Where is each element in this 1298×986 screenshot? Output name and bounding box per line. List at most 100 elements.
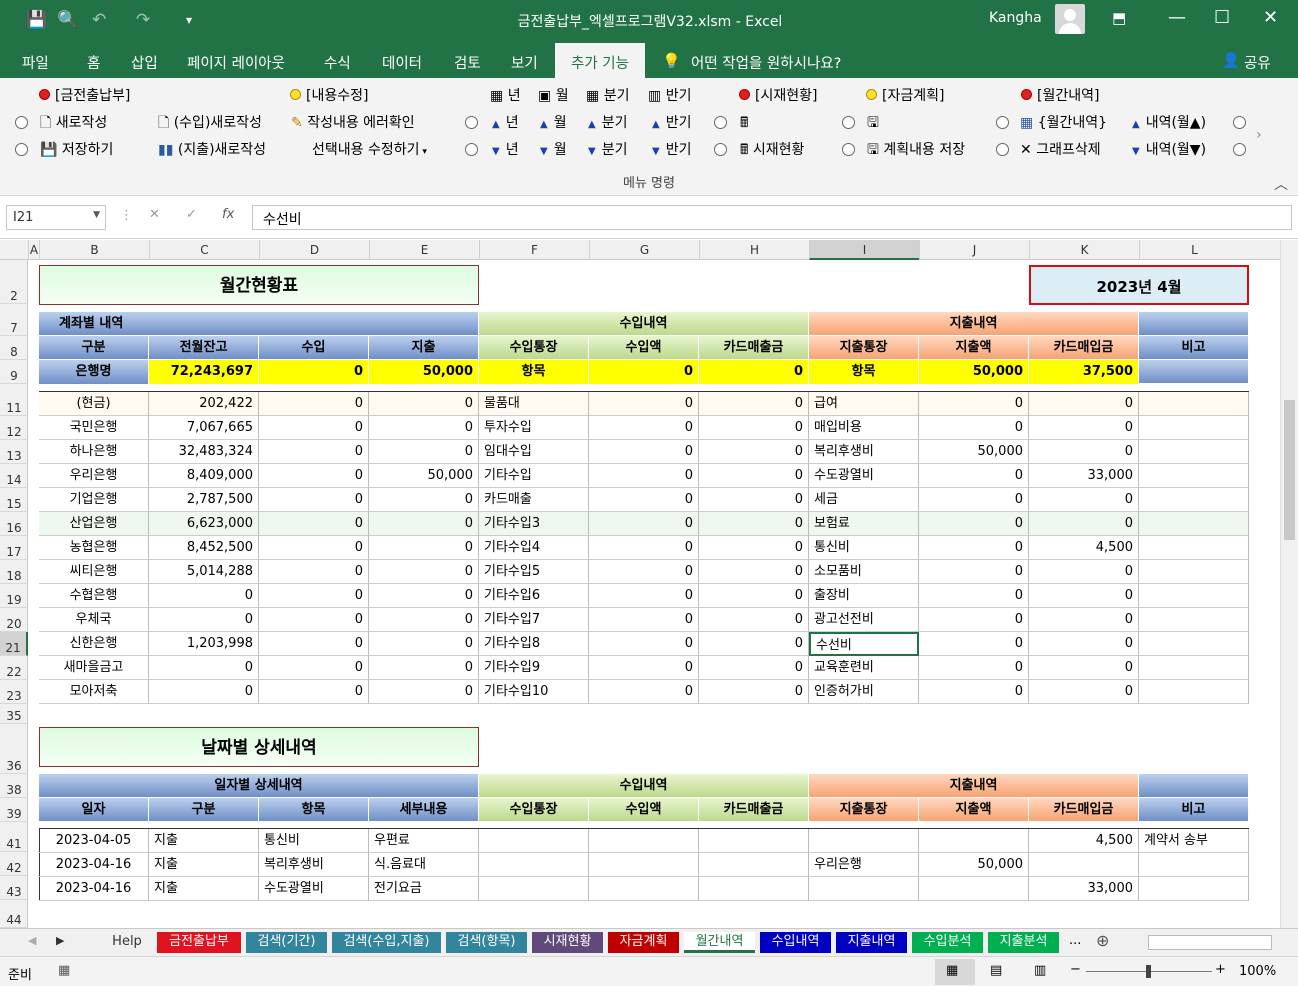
detail-cell[interactable] [809,829,919,853]
tab-page-layout[interactable]: 페이지 레이아웃 [187,52,285,73]
table-cell[interactable]: 기타수입6 [479,584,589,608]
table-cell[interactable]: 0 [1029,680,1139,704]
table-cell[interactable]: 0 [1029,416,1139,440]
table-cell[interactable]: 0 [259,656,369,680]
table-cell[interactable]: 0 [259,464,369,488]
table-cell[interactable]: 통신비 [809,536,919,560]
row-header[interactable]: 21 [0,632,28,656]
row-header[interactable]: 13 [0,440,28,464]
row-header[interactable]: 44 [0,900,28,928]
table-cell[interactable]: 0 [369,560,479,584]
table-cell[interactable]: 0 [369,608,479,632]
table-cell[interactable] [1139,584,1249,608]
share-button[interactable]: 공유 [1244,52,1271,73]
radio-plan-2[interactable] [842,143,855,156]
table-cell[interactable]: 0 [589,536,699,560]
table-cell[interactable]: 0 [259,632,369,656]
radio-monthly-2[interactable] [996,143,1009,156]
column-header[interactable]: L [1139,240,1249,260]
view-month-button[interactable]: ▣ 월 [538,87,569,105]
row-header[interactable]: 7 [0,312,28,336]
insert-function-icon[interactable]: fx [222,207,234,222]
table-cell[interactable]: 0 [369,632,479,656]
column-title[interactable]: 지출 [369,336,479,360]
radio-cash-2[interactable] [714,143,727,156]
month-up-button[interactable]: 월 [540,114,567,134]
table-cell[interactable]: 0 [919,584,1029,608]
row-header[interactable]: 39 [0,798,28,822]
delete-graph-button[interactable]: ✕ 그래프삭제 [1020,141,1101,159]
calculator-icon[interactable]: 🖩 [740,114,748,132]
detail-cell[interactable]: 33,000 [1029,877,1139,901]
table-cell[interactable]: 신한은행 [39,632,149,656]
tab-review[interactable]: 검토 [454,52,481,73]
detail-cell[interactable] [479,829,589,853]
detail-cell[interactable] [919,877,1029,901]
table-cell[interactable]: 급여 [809,392,919,416]
prev-sheet-icon[interactable]: ◀ [28,934,36,947]
detail-cell[interactable] [589,877,699,901]
chevron-down-icon[interactable]: ▼ [93,210,100,220]
more-sheets-icon[interactable]: ... [1069,933,1081,948]
floppy-icon[interactable]: 🖫 [867,114,879,132]
column-title[interactable]: 구분 [39,336,149,360]
radio-plan-1[interactable] [842,116,855,129]
table-cell[interactable]: 0 [149,584,259,608]
detail-cell[interactable]: 50,000 [919,853,1029,877]
formula-input[interactable]: 수선비 [252,205,1292,230]
table-cell[interactable]: 인증허가비 [809,680,919,704]
table-cell[interactable]: 33,000 [1029,464,1139,488]
table-cell[interactable]: 50,000 [369,464,479,488]
table-cell[interactable]: 0 [699,608,809,632]
detail-cell[interactable]: 지출 [149,877,259,901]
table-cell[interactable] [1139,560,1249,584]
header-detail[interactable]: 일자별 상세내역 [39,774,479,798]
column-title[interactable]: 카드매출금 [699,798,809,822]
radio-save[interactable] [15,143,28,156]
table-cell[interactable]: 하나은행 [39,440,149,464]
next-sheet-icon[interactable]: ▶ [56,934,64,947]
table-cell[interactable]: 0 [699,584,809,608]
table-cell[interactable] [1139,488,1249,512]
table-cell[interactable]: 수도광열비 [809,464,919,488]
sheet-tab[interactable]: 월간내역 [684,932,755,953]
half-up-button[interactable]: 반기 [652,114,692,134]
column-title[interactable]: 전월잔고 [149,336,259,360]
table-cell[interactable]: 0 [259,440,369,464]
detail-cell[interactable]: 전기요금 [369,877,479,901]
table-cell[interactable]: 0 [589,560,699,584]
row-header[interactable]: 35 [0,704,28,724]
detail-cell[interactable]: 복리후생비 [259,853,369,877]
detail-cell[interactable]: 수도광열비 [259,877,369,901]
column-title[interactable]: 수입액 [589,336,699,360]
column-title[interactable]: 지출액 [919,336,1029,360]
table-cell[interactable]: 0 [369,584,479,608]
redo-icon[interactable]: ↷ [136,9,150,31]
table-cell[interactable]: 기타수입5 [479,560,589,584]
quarter-down-button[interactable]: 분기 [588,141,628,161]
total-cell[interactable]: 50,000 [369,360,479,384]
sheet-tab[interactable]: 자금계획 [608,932,679,953]
row-header[interactable]: 38 [0,774,28,798]
table-cell[interactable]: 기업은행 [39,488,149,512]
radio-cash-1[interactable] [714,116,727,129]
save-plan-button[interactable]: 🖫 계획내용 저장 [867,141,965,159]
total-cell[interactable]: 0 [699,360,809,384]
detail-cell[interactable]: 2023-04-05 [39,829,149,853]
column-title[interactable]: 세부내용 [369,798,479,822]
column-header[interactable]: D [259,240,369,260]
add-sheet-icon[interactable]: ⊕ [1096,931,1109,950]
header-blank[interactable] [1139,312,1249,336]
total-cell[interactable]: 72,243,697 [149,360,259,384]
table-cell[interactable]: 0 [589,392,699,416]
table-cell[interactable]: 0 [919,392,1029,416]
table-cell[interactable]: 0 [919,632,1029,656]
zoom-thumb[interactable] [1146,965,1151,978]
column-title[interactable]: 수입통장 [479,336,589,360]
detail-cell[interactable] [699,829,809,853]
radio-monthly-3[interactable] [1233,116,1246,129]
expense-new-button[interactable]: ▮▮ (지출)새로작성 [158,141,266,159]
tab-data[interactable]: 데이터 [382,52,422,73]
table-cell[interactable]: 새마을금고 [39,656,149,680]
table-cell[interactable]: 0 [259,536,369,560]
